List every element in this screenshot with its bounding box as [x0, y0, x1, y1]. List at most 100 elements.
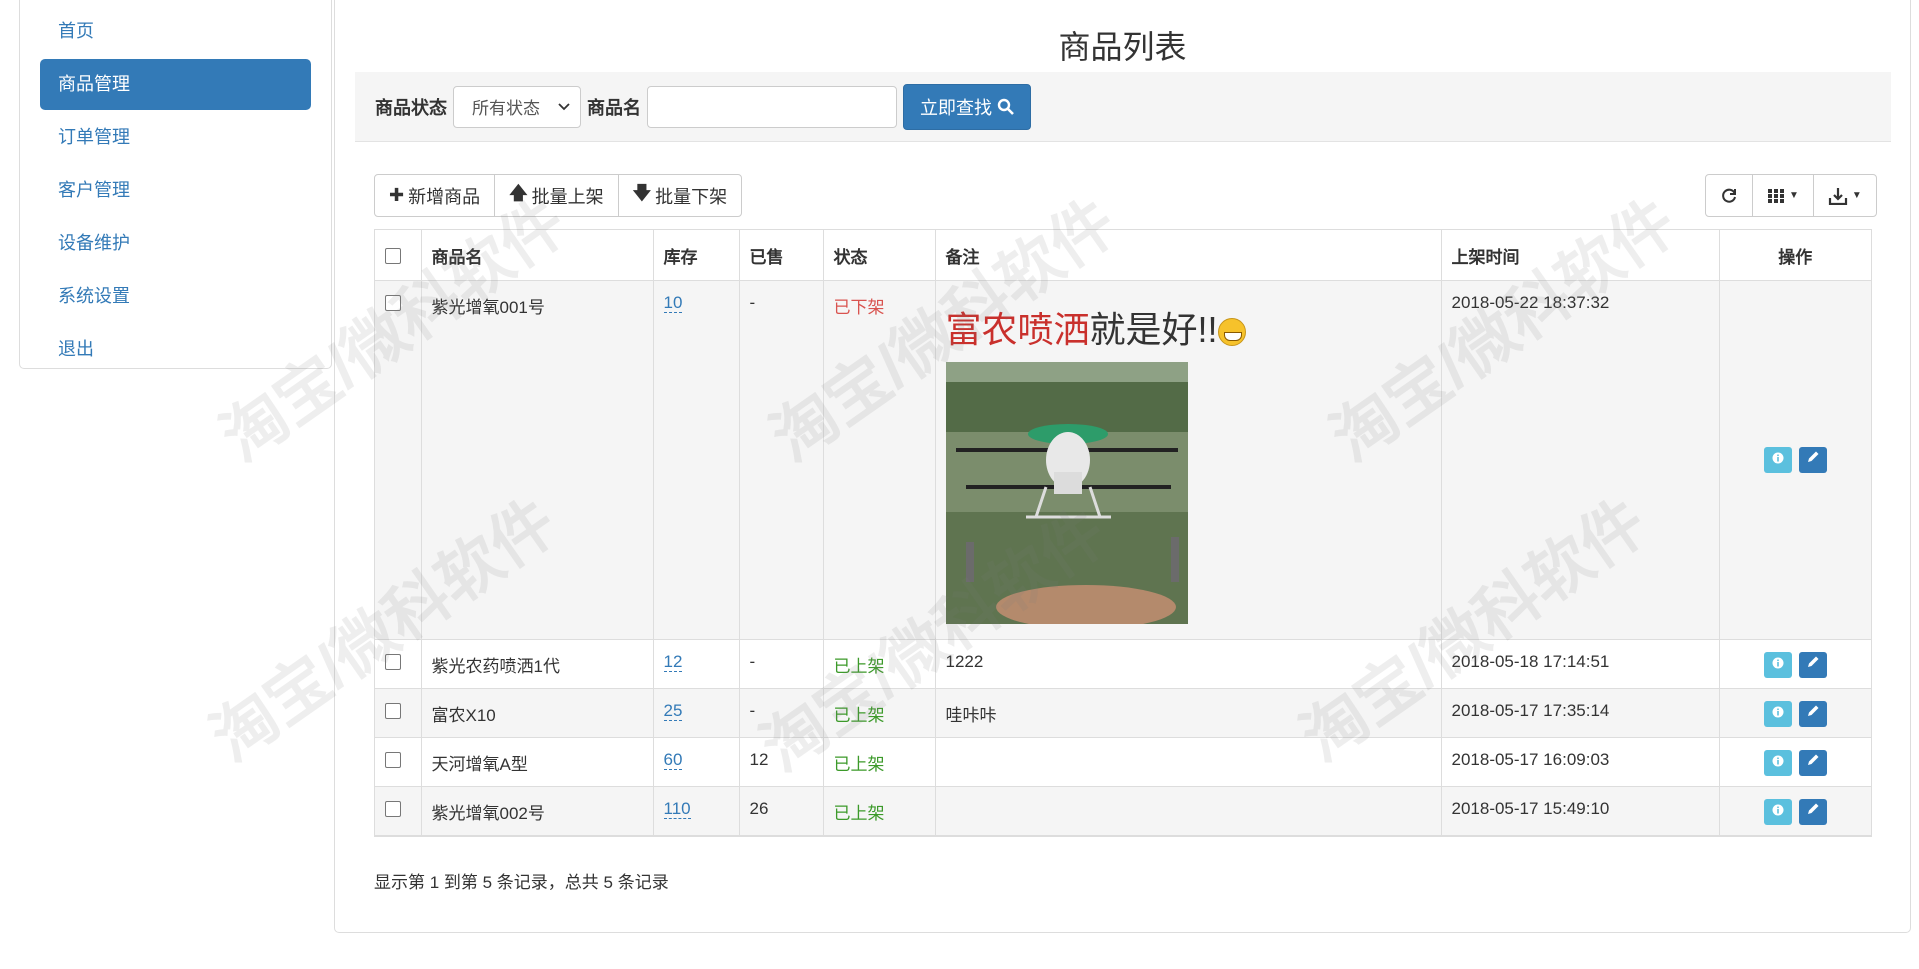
- status-filter-value: 所有状态: [472, 99, 540, 118]
- sidebar-item-logout[interactable]: 退出: [40, 324, 311, 375]
- info-button[interactable]: [1763, 799, 1792, 825]
- drone-image: [945, 362, 1188, 624]
- product-name: 紫光农药喷洒1代: [421, 639, 654, 689]
- listing-time: 2018-05-17 17:35:14: [1441, 688, 1720, 738]
- sidebar-nav: 首页 商品管理 订单管理 客户管理 设备维护 系统设置 退出: [19, 0, 332, 369]
- row-actions: [1719, 639, 1871, 689]
- remark-text: 哇咔咔: [935, 688, 1442, 738]
- main-panel: 商品列表 商品状态 所有状态 商品名 立即查找 ✚ 新增商品 🡅 批量上架 🡇 …: [334, 0, 1911, 933]
- batch-on-shelf-button[interactable]: 🡅 批量上架: [495, 175, 619, 216]
- column-header[interactable]: 商品名: [421, 230, 654, 281]
- column-header[interactable]: 备注: [935, 230, 1442, 281]
- row-checkbox[interactable]: [385, 801, 401, 817]
- row-checkbox[interactable]: [385, 295, 401, 311]
- info-button[interactable]: [1763, 701, 1792, 727]
- info-button[interactable]: [1763, 447, 1792, 473]
- edit-button[interactable]: [1798, 701, 1827, 727]
- product-table: 商品名 库存 已售 状态 备注 上架时间 操作 紫光增氧001号 10 - 已下…: [374, 229, 1872, 837]
- grin-emoji-icon: [1217, 318, 1246, 347]
- table-header-row: 商品名 库存 已售 状态 备注 上架时间 操作: [375, 230, 1871, 281]
- export-button[interactable]: ▼: [1814, 175, 1876, 216]
- sold-count: -: [739, 639, 824, 689]
- info-icon: [1772, 706, 1784, 718]
- info-icon: [1772, 657, 1784, 669]
- sidebar-item-customers[interactable]: 客户管理: [40, 165, 311, 216]
- listing-time: 2018-05-22 18:37:32: [1441, 280, 1720, 640]
- columns-toggle-button[interactable]: ▼: [1753, 175, 1814, 216]
- info-button[interactable]: [1763, 652, 1792, 678]
- column-header[interactable]: 上架时间: [1441, 230, 1720, 281]
- table-row: 富农X10 25 - 已上架 哇咔咔 2018-05-17 17:35:14: [375, 688, 1871, 738]
- add-product-button[interactable]: ✚ 新增商品: [375, 175, 496, 216]
- remark-text: 1222: [935, 639, 1442, 689]
- table-tools: ▼ ▼: [1705, 174, 1877, 217]
- sidebar-item-home[interactable]: 首页: [40, 6, 311, 57]
- status-text: 已上架: [823, 786, 936, 836]
- stock-link[interactable]: 12: [663, 652, 683, 672]
- remark-highlight: 富农喷洒: [945, 309, 1090, 350]
- pagination-info: 显示第 1 到第 5 条记录，总共 5 条记录: [374, 873, 669, 892]
- info-icon: [1772, 755, 1784, 767]
- remark-rich-text: 富农喷洒就是好!!: [946, 308, 1431, 352]
- column-header[interactable]: 库存: [653, 230, 740, 281]
- row-checkbox[interactable]: [385, 752, 401, 768]
- row-checkbox[interactable]: [385, 654, 401, 670]
- listing-time: 2018-05-17 15:49:10: [1441, 786, 1720, 836]
- grid-icon: [1768, 188, 1784, 203]
- table-row: 天河增氧A型 60 12 已上架 2018-05-17 16:09:03: [375, 737, 1871, 787]
- stock-link[interactable]: 25: [663, 701, 683, 721]
- product-name: 天河增氧A型: [421, 737, 654, 787]
- column-header[interactable]: 已售: [739, 230, 824, 281]
- sidebar-item-products[interactable]: 商品管理: [40, 59, 311, 110]
- listing-time: 2018-05-17 16:09:03: [1441, 737, 1720, 787]
- arrow-down-icon: 🡇: [632, 182, 652, 203]
- row-actions: [1719, 737, 1871, 787]
- page-title: 商品列表: [1058, 29, 1187, 65]
- search-button-label: 立即查找: [920, 97, 992, 118]
- chevron-down-icon: [558, 102, 570, 110]
- remark-cell: 富农喷洒就是好!!: [935, 280, 1442, 640]
- info-button[interactable]: [1763, 750, 1792, 776]
- status-text: 已上架: [823, 639, 936, 689]
- status-text: 已上架: [823, 737, 936, 787]
- listing-time: 2018-05-18 17:14:51: [1441, 639, 1720, 689]
- plus-icon: ✚: [389, 185, 405, 205]
- batch-off-shelf-button[interactable]: 🡇 批量下架: [619, 175, 742, 216]
- edit-button[interactable]: [1798, 447, 1827, 473]
- sidebar-item-settings[interactable]: 系统设置: [40, 271, 311, 322]
- refresh-button[interactable]: [1706, 175, 1753, 216]
- row-actions: [1719, 280, 1871, 640]
- stock-link[interactable]: 110: [663, 799, 691, 819]
- stock-link[interactable]: 10: [663, 293, 683, 313]
- edit-button[interactable]: [1798, 799, 1827, 825]
- sold-count: -: [739, 688, 824, 738]
- name-search-input[interactable]: [647, 85, 897, 128]
- name-filter-label: 商品名: [587, 97, 641, 118]
- row-checkbox[interactable]: [385, 703, 401, 719]
- product-name: 紫光增氧002号: [421, 786, 654, 836]
- select-all-checkbox[interactable]: [385, 247, 401, 264]
- info-icon: [1772, 804, 1784, 816]
- sold-count: 26: [739, 786, 824, 836]
- edit-button[interactable]: [1798, 652, 1827, 678]
- batch-off-shelf-label: 批量下架: [655, 186, 728, 207]
- status-filter-label: 商品状态: [375, 97, 447, 118]
- add-product-label: 新增商品: [408, 186, 481, 207]
- stock-link[interactable]: 60: [663, 750, 683, 770]
- sidebar-item-devices[interactable]: 设备维护: [40, 218, 311, 269]
- status-filter-select[interactable]: 所有状态: [453, 85, 581, 128]
- product-name: 富农X10: [421, 688, 654, 738]
- sidebar-item-orders[interactable]: 订单管理: [40, 112, 311, 163]
- table-row: 紫光增氧002号 110 26 已上架 2018-05-17 15:49:10: [375, 786, 1871, 836]
- edit-button[interactable]: [1798, 750, 1827, 776]
- status-text: 已下架: [823, 280, 936, 640]
- product-name: 紫光增氧001号: [421, 280, 654, 640]
- column-header[interactable]: 状态: [823, 230, 936, 281]
- caret-down-icon: ▼: [1789, 190, 1799, 201]
- refresh-icon: [1722, 188, 1736, 203]
- batch-toolbar: ✚ 新增商品 🡅 批量上架 🡇 批量下架: [374, 174, 743, 217]
- search-button[interactable]: 立即查找: [903, 83, 1031, 130]
- pencil-icon: [1807, 754, 1819, 765]
- pencil-icon: [1807, 705, 1819, 716]
- caret-down-icon: ▼: [1851, 190, 1862, 201]
